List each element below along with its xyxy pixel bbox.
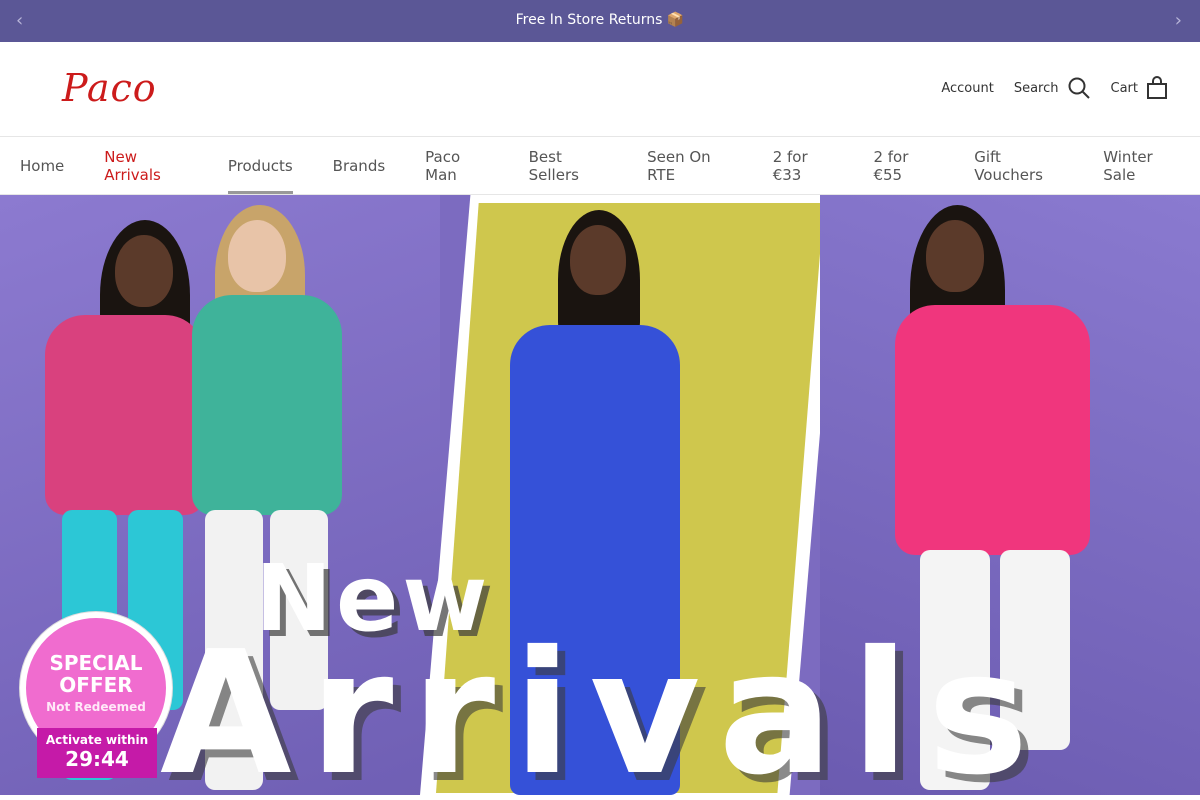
site-logo[interactable]: Paco (62, 66, 157, 110)
countdown-time: 29:44 (65, 747, 129, 771)
nav-item-2-for-33[interactable]: 2 for €33 (753, 137, 854, 194)
nav-item-seen-on-rte[interactable]: Seen On RTE (627, 137, 753, 194)
offer-status: Not Redeemed (46, 700, 146, 714)
shopping-bag-icon (1147, 76, 1167, 99)
nav-item-home[interactable]: Home (0, 137, 84, 194)
nav-item-new-arrivals[interactable]: New Arrivals (84, 137, 208, 194)
search-icon (1068, 77, 1090, 99)
announcement-bar: ‹ Free In Store Returns 📦 › (0, 0, 1200, 42)
nav-item-winter-sale[interactable]: Winter Sale (1083, 137, 1200, 194)
account-label: Account (941, 80, 994, 96)
nav-item-paco-man[interactable]: Paco Man (405, 137, 508, 194)
offer-countdown[interactable]: Activate within 29:44 (37, 728, 157, 778)
cart-link[interactable]: Cart (1111, 76, 1169, 100)
announcement-next-arrow[interactable]: › (1175, 10, 1182, 31)
nav-item-products[interactable]: Products (208, 137, 313, 194)
account-link[interactable]: Account (941, 81, 994, 96)
nav-item-2-for-55[interactable]: 2 for €55 (853, 137, 954, 194)
header-actions: Account Search Cart (921, 76, 1168, 100)
search-label: Search (1013, 80, 1059, 96)
hero-headline-arrivals: Arrivals (160, 615, 1047, 795)
announcement-message[interactable]: Free In Store Returns 📦 (0, 12, 1200, 28)
countdown-label: Activate within (45, 733, 149, 747)
nav-item-gift-vouchers[interactable]: Gift Vouchers (954, 137, 1083, 194)
nav-item-brands[interactable]: Brands (313, 137, 406, 194)
offer-title: SPECIAL OFFER (49, 651, 143, 697)
site-header: Paco Account Search Cart (0, 42, 1200, 137)
search-link[interactable]: Search (1014, 76, 1091, 100)
nav-item-best-sellers[interactable]: Best Sellers (509, 137, 627, 194)
main-navigation: Home New Arrivals Products Brands Paco M… (0, 137, 1200, 195)
hero-banner[interactable]: New Arrivals (0, 195, 1200, 795)
cart-label: Cart (1110, 80, 1139, 96)
